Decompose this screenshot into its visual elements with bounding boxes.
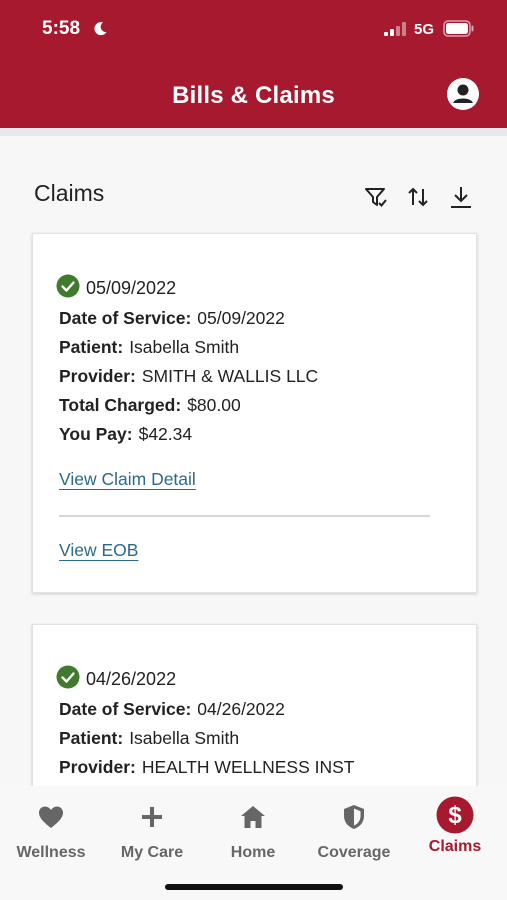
view-eob-link[interactable]: View EOB <box>59 540 138 561</box>
moon-icon <box>94 22 107 36</box>
section-title: Claims <box>34 180 105 206</box>
profile-icon[interactable] <box>446 77 480 111</box>
date-of-service-row: Date of Service: 05/09/2022 <box>59 308 285 329</box>
nav-label-coverage: Coverage <box>317 844 391 861</box>
download-icon[interactable] <box>448 184 474 210</box>
date-of-service-row: Date of Service: 04/26/2022 <box>59 699 285 720</box>
you-pay-label: You Pay: <box>59 424 133 444</box>
provider-label: Provider: <box>59 757 136 777</box>
patient-row: Patient: Isabella Smith <box>59 728 239 749</box>
nav-label-home: Home <box>230 844 276 861</box>
signal-icon <box>384 22 406 36</box>
date-of-service-value: 05/09/2022 <box>197 308 285 328</box>
claim-card: 05/09/2022 Date of Service: 05/09/2022 Pa… <box>32 233 477 593</box>
total-charged-label: Total Charged: <box>59 395 182 415</box>
dollar-icon: $ <box>436 796 474 834</box>
provider-row: Provider: HEALTH WELLNESS INST <box>59 757 354 778</box>
status-bar: 5:58 5G <box>0 0 507 60</box>
check-circle-icon <box>56 665 80 689</box>
date-of-service-label: Date of Service: <box>59 308 192 328</box>
home-indicator <box>165 884 343 890</box>
app-header: 5:58 5G Bills & Claims <box>0 0 507 128</box>
total-charged-value: $80.00 <box>187 395 241 415</box>
date-of-service-value: 04/26/2022 <box>197 699 285 719</box>
plus-icon <box>142 807 162 827</box>
status-time: 5:58 <box>42 18 81 39</box>
battery-icon <box>443 20 474 37</box>
heart-icon <box>39 806 63 828</box>
claim-card: 04/26/2022 Date of Service: 04/26/2022 Pa… <box>32 624 477 786</box>
nav-coverage[interactable]: Coverage <box>304 802 404 862</box>
header-separator <box>0 128 507 136</box>
claim-date: 05/09/2022 <box>86 278 177 298</box>
nav-my-care[interactable]: My Care <box>102 802 202 862</box>
page-title: Bills & Claims <box>172 82 335 109</box>
svg-text:$: $ <box>448 802 462 829</box>
nav-label-my-care: My Care <box>120 844 184 861</box>
total-charged-row: Total Charged: $80.00 <box>59 395 241 416</box>
nav-wellness[interactable]: Wellness <box>1 802 101 862</box>
view-claim-detail-link[interactable]: View Claim Detail <box>59 469 196 490</box>
card-divider <box>59 515 430 517</box>
patient-value: Isabella Smith <box>129 728 240 748</box>
patient-label: Patient: <box>59 728 124 748</box>
patient-label: Patient: <box>59 337 124 357</box>
sort-icon[interactable] <box>405 184 431 210</box>
nav-label-claims: Claims <box>428 838 482 855</box>
claims-content[interactable]: Claims 05/09/2022 Date of Service: 05/09/… <box>0 136 507 786</box>
nav-label-wellness: Wellness <box>16 844 86 861</box>
filter-icon[interactable] <box>363 184 389 210</box>
provider-row: Provider: SMITH & WALLIS LLC <box>59 366 318 387</box>
you-pay-value: $42.34 <box>138 424 193 444</box>
shield-icon <box>344 805 364 829</box>
nav-home[interactable]: Home <box>203 802 303 862</box>
provider-value: SMITH & WALLIS LLC <box>141 366 319 386</box>
provider-value: HEALTH WELLNESS INST <box>141 757 355 777</box>
home-icon <box>241 806 265 828</box>
nav-claims[interactable]: $ Claims <box>405 796 505 862</box>
check-circle-icon <box>56 274 80 298</box>
patient-value: Isabella Smith <box>129 337 240 357</box>
provider-label: Provider: <box>59 366 136 386</box>
network-label: 5G <box>414 21 435 38</box>
bottom-nav: Wellness My Care Home Coverage $ Claims <box>0 786 507 900</box>
patient-row: Patient: Isabella Smith <box>59 337 239 358</box>
claim-date: 04/26/2022 <box>86 669 177 689</box>
date-of-service-label: Date of Service: <box>59 699 192 719</box>
you-pay-row: You Pay: $42.34 <box>59 424 192 445</box>
